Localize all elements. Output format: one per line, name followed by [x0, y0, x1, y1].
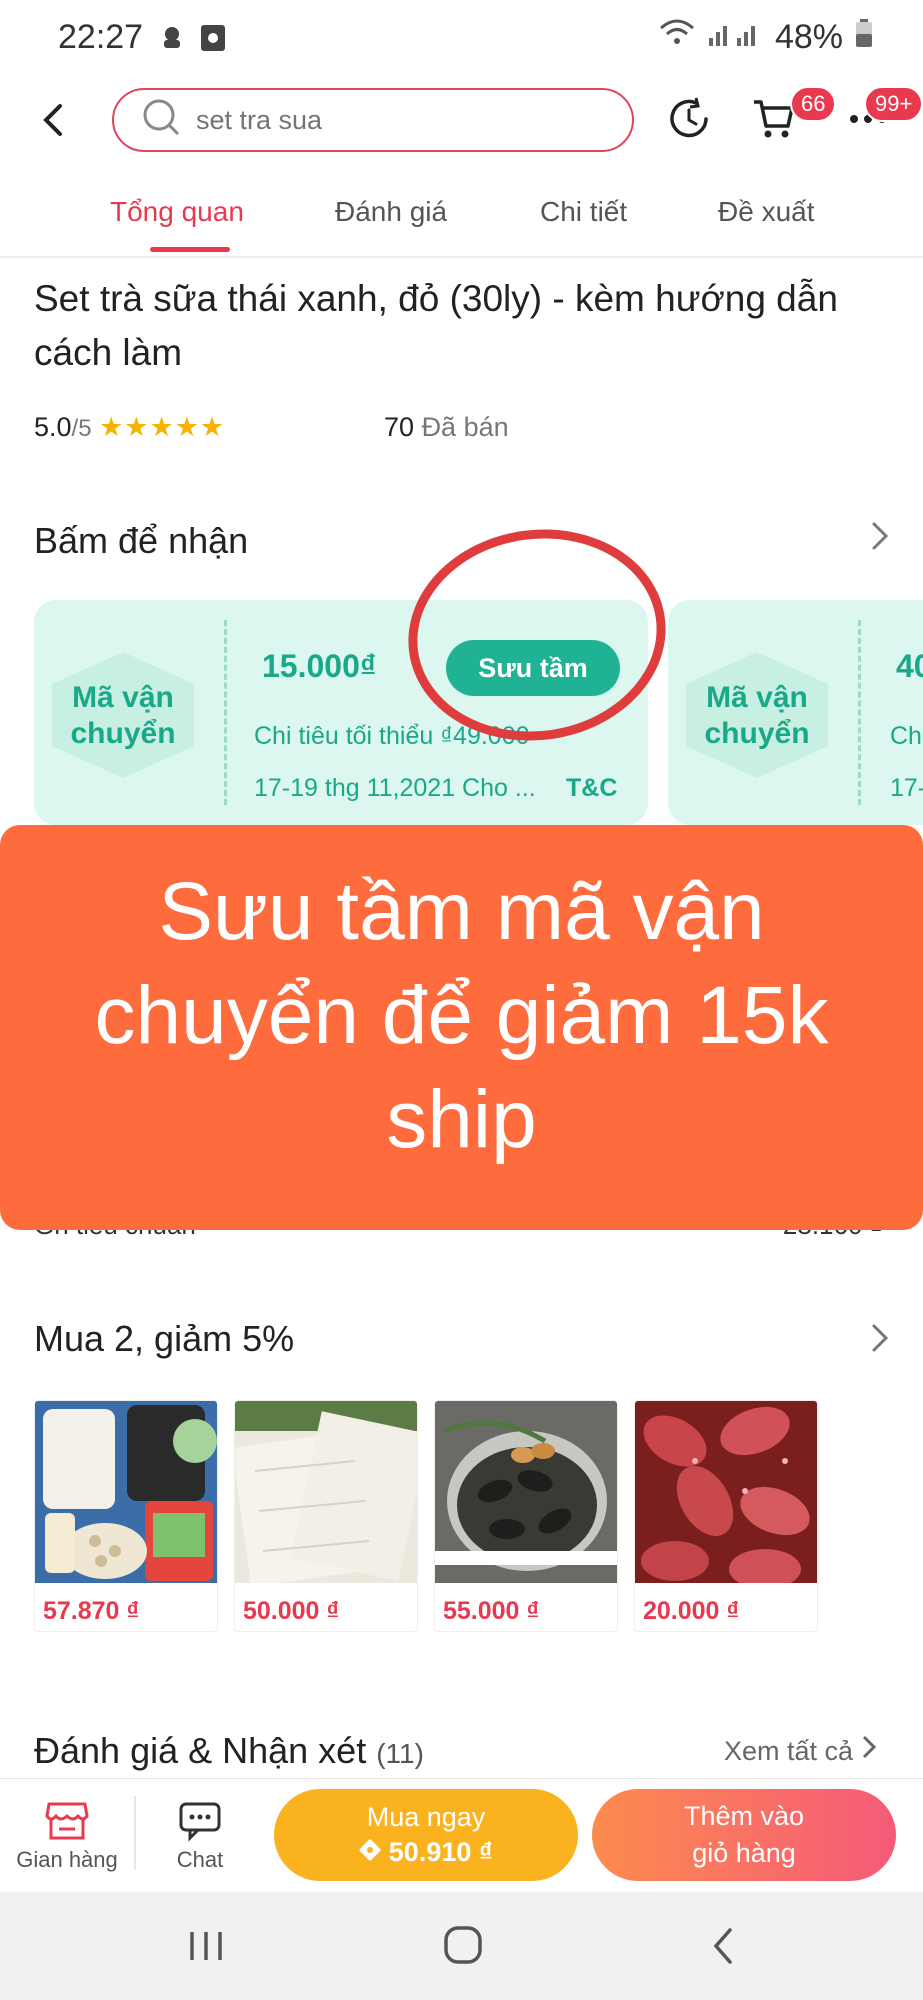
- product-card[interactable]: 20.000 ₫: [634, 1400, 818, 1632]
- overlay-line2: chuyển để giảm 15k: [94, 970, 829, 1061]
- voucher-type-line2: chuyển: [70, 717, 176, 750]
- signal-icon: [707, 18, 763, 57]
- voucher2-amount: 40: [896, 648, 923, 684]
- sold-number: 70: [384, 412, 415, 442]
- add-to-cart-button[interactable]: Thêm vào giỏ hàng: [592, 1789, 896, 1881]
- status-right: 48%: [659, 18, 873, 57]
- bundle-title: Mua 2, giảm 5%: [34, 1318, 295, 1359]
- candied-nuts-photo: [635, 1401, 817, 1589]
- voucher2-type-line2: chuyển: [704, 717, 810, 750]
- tab-details[interactable]: Chi tiết: [540, 196, 627, 228]
- bundle-chevron-icon[interactable]: [868, 1318, 892, 1363]
- tabs-divider: [0, 256, 923, 258]
- voucher-type-line1: Mã vận: [72, 681, 174, 714]
- buy-now-price: 50.910 ₫: [388, 1837, 493, 1867]
- more-badge: 99+: [864, 86, 923, 122]
- voucher-type-label-2: Mã vận chuyển: [682, 680, 832, 752]
- chat-icon: [150, 1800, 250, 1847]
- sold-label: Đã bán: [421, 412, 509, 442]
- chat-button[interactable]: Chat: [150, 1800, 250, 1873]
- shop-icon: [10, 1800, 124, 1847]
- reviews-title: Đánh giá & Nhận xét (11): [34, 1730, 424, 1772]
- overlay-line1: Sưu tầm mã vận: [158, 866, 765, 957]
- voucher2-date: 17-: [890, 774, 923, 802]
- voucher2-type-line1: Mã vận: [706, 681, 808, 714]
- voucher-type-label: Mã vận chuyển: [48, 680, 198, 752]
- see-all-label: Xem tất cả: [724, 1736, 854, 1766]
- shop-label: Gian hàng: [16, 1847, 118, 1872]
- tab-active-indicator: [150, 247, 230, 252]
- tab-overview[interactable]: Tổng quan: [110, 196, 244, 228]
- photo-icon: [200, 24, 226, 57]
- tea-set-photo: [35, 1401, 217, 1583]
- voucher-card-2[interactable]: Mã vận chuyển 40 Ch 17-: [668, 600, 923, 825]
- product-card[interactable]: 50.000 ₫: [234, 1400, 418, 1632]
- voucher-divider: [224, 620, 227, 805]
- product-title: Set trà sữa thái xanh, đỏ (30ly) - kèm h…: [34, 278, 838, 373]
- rice-paper-photo: [235, 1401, 417, 1587]
- home-icon[interactable]: [442, 1924, 484, 1971]
- sold-count: 70 Đã bán: [384, 412, 509, 443]
- reviews-title-text: Đánh giá & Nhận xét: [34, 1730, 367, 1771]
- voucher-divider-2: [858, 620, 861, 805]
- voucher-tc-link[interactable]: T&C: [566, 774, 617, 803]
- rating-stars: ★★★★★: [99, 412, 226, 442]
- voucher-chevron-icon[interactable]: [868, 516, 892, 566]
- tab-reviews[interactable]: Đánh giá: [335, 196, 447, 228]
- tab-suggestions[interactable]: Đề xuất: [718, 196, 815, 228]
- product-card[interactable]: 55.000 ₫: [434, 1400, 618, 1632]
- seeds-photo: [435, 1401, 617, 1583]
- product-rating[interactable]: 5.0/5 ★★★★★: [34, 412, 225, 443]
- product-price: 20.000 ₫: [643, 1597, 740, 1625]
- product-card[interactable]: 57.870 ₫: [34, 1400, 218, 1632]
- search-icon: [142, 98, 182, 143]
- voucher-amount: 15.000₫: [262, 648, 377, 684]
- chat-label: Chat: [176, 1847, 224, 1872]
- buy-now-label: Mua ngay: [366, 1802, 486, 1832]
- see-all-chevron-icon: [861, 1735, 877, 1766]
- add-to-cart-line1: Thêm vào: [683, 1801, 805, 1831]
- voucher-date: 17-19 thg 11,2021 Cho ...: [254, 774, 536, 802]
- battery-percent: 48%: [774, 18, 843, 56]
- voucher-section-title: Bấm để nhận: [34, 520, 249, 561]
- product-price: 55.000 ₫: [443, 1597, 540, 1625]
- see-all-reviews-link[interactable]: Xem tất cả: [724, 1734, 877, 1767]
- battery-icon: [855, 18, 873, 57]
- buy-now-button[interactable]: Mua ngay 50.910 ₫: [274, 1789, 578, 1881]
- rating-value: 5.0: [34, 412, 72, 442]
- recent-apps-icon[interactable]: [186, 1926, 226, 1971]
- shop-button[interactable]: Gian hàng: [10, 1800, 124, 1873]
- history-icon[interactable]: [666, 96, 712, 147]
- voucher2-min-spend: Ch: [890, 722, 922, 750]
- ticket-icon: [359, 1837, 389, 1867]
- overlay-line3: ship: [386, 1074, 537, 1165]
- add-to-cart-line2: giỏ hàng: [692, 1838, 796, 1868]
- system-back-icon[interactable]: [708, 1926, 738, 1971]
- buy-now-price-row: 50.910 ₫: [274, 1837, 578, 1868]
- product-price: 57.870 ₫: [43, 1597, 140, 1625]
- notification-icon: [158, 22, 186, 57]
- rating-max: /5: [71, 415, 92, 442]
- search-box[interactable]: [112, 88, 634, 152]
- back-icon[interactable]: [38, 100, 68, 145]
- status-time: 22:27: [58, 18, 144, 56]
- promo-overlay-text: Sưu tầm mã vận chuyển để giảm 15k ship: [0, 860, 923, 1172]
- cart-badge: 66: [790, 86, 837, 122]
- reviews-count: (11): [376, 1738, 424, 1769]
- bottom-divider: [134, 1796, 136, 1870]
- product-price: 50.000 ₫: [243, 1597, 340, 1625]
- wifi-icon: [659, 18, 695, 57]
- search-input[interactable]: [196, 104, 576, 136]
